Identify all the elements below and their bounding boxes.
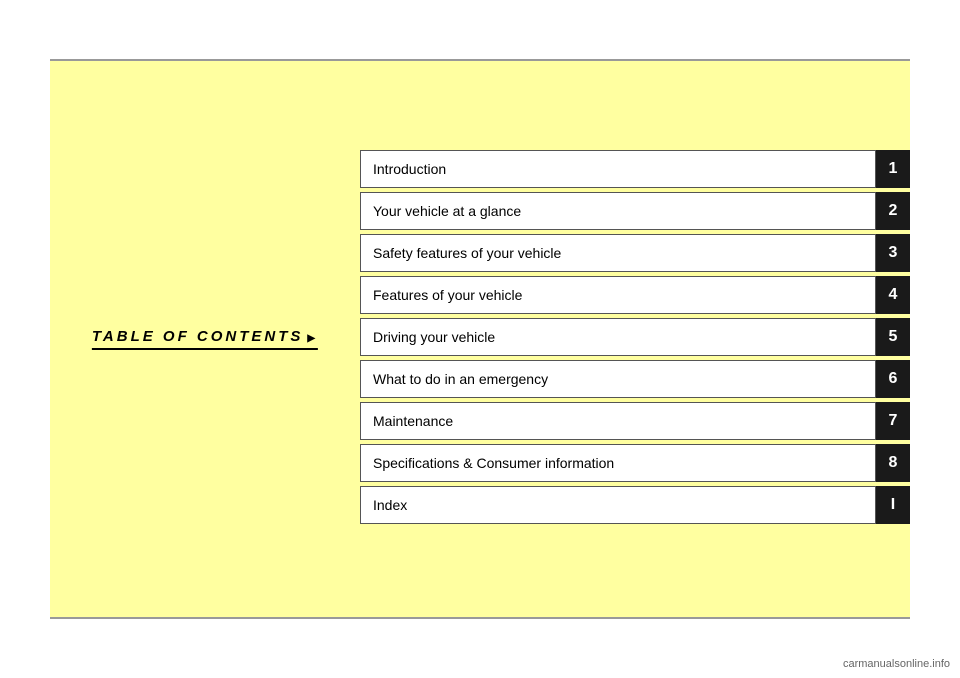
toc-number-1: 1 [876,150,910,188]
left-panel: TABLE OF CONTENTS [50,61,360,617]
toc-label-3: Safety features of your vehicle [360,234,876,272]
toc-number-9: I [876,486,910,524]
toc-number-7: 7 [876,402,910,440]
toc-row[interactable]: Introduction1 [360,150,910,188]
toc-row[interactable]: Features of your vehicle4 [360,276,910,314]
toc-number-4: 4 [876,276,910,314]
toc-label-9: Index [360,486,876,524]
toc-label-2: Your vehicle at a glance [360,192,876,230]
main-content: TABLE OF CONTENTS Introduction1Your vehi… [50,61,910,617]
toc-row[interactable]: IndexI [360,486,910,524]
toc-number-6: 6 [876,360,910,398]
toc-label-6: What to do in an emergency [360,360,876,398]
toc-number-8: 8 [876,444,910,482]
toc-label-5: Driving your vehicle [360,318,876,356]
toc-number-2: 2 [876,192,910,230]
toc-row[interactable]: Driving your vehicle5 [360,318,910,356]
toc-label-7: Maintenance [360,402,876,440]
page-container: TABLE OF CONTENTS Introduction1Your vehi… [50,59,910,619]
toc-number-3: 3 [876,234,910,272]
toc-row[interactable]: Specifications & Consumer information8 [360,444,910,482]
toc-number-5: 5 [876,318,910,356]
toc-row[interactable]: What to do in an emergency6 [360,360,910,398]
toc-label-1: Introduction [360,150,876,188]
toc-row[interactable]: Maintenance7 [360,402,910,440]
toc-row[interactable]: Safety features of your vehicle3 [360,234,910,272]
toc-row[interactable]: Your vehicle at a glance2 [360,192,910,230]
toc-label-8: Specifications & Consumer information [360,444,876,482]
toc-label-4: Features of your vehicle [360,276,876,314]
toc-title: TABLE OF CONTENTS [92,328,318,350]
watermark: carmanualsonline.info [843,658,950,670]
right-panel: Introduction1Your vehicle at a glance2Sa… [360,61,910,617]
